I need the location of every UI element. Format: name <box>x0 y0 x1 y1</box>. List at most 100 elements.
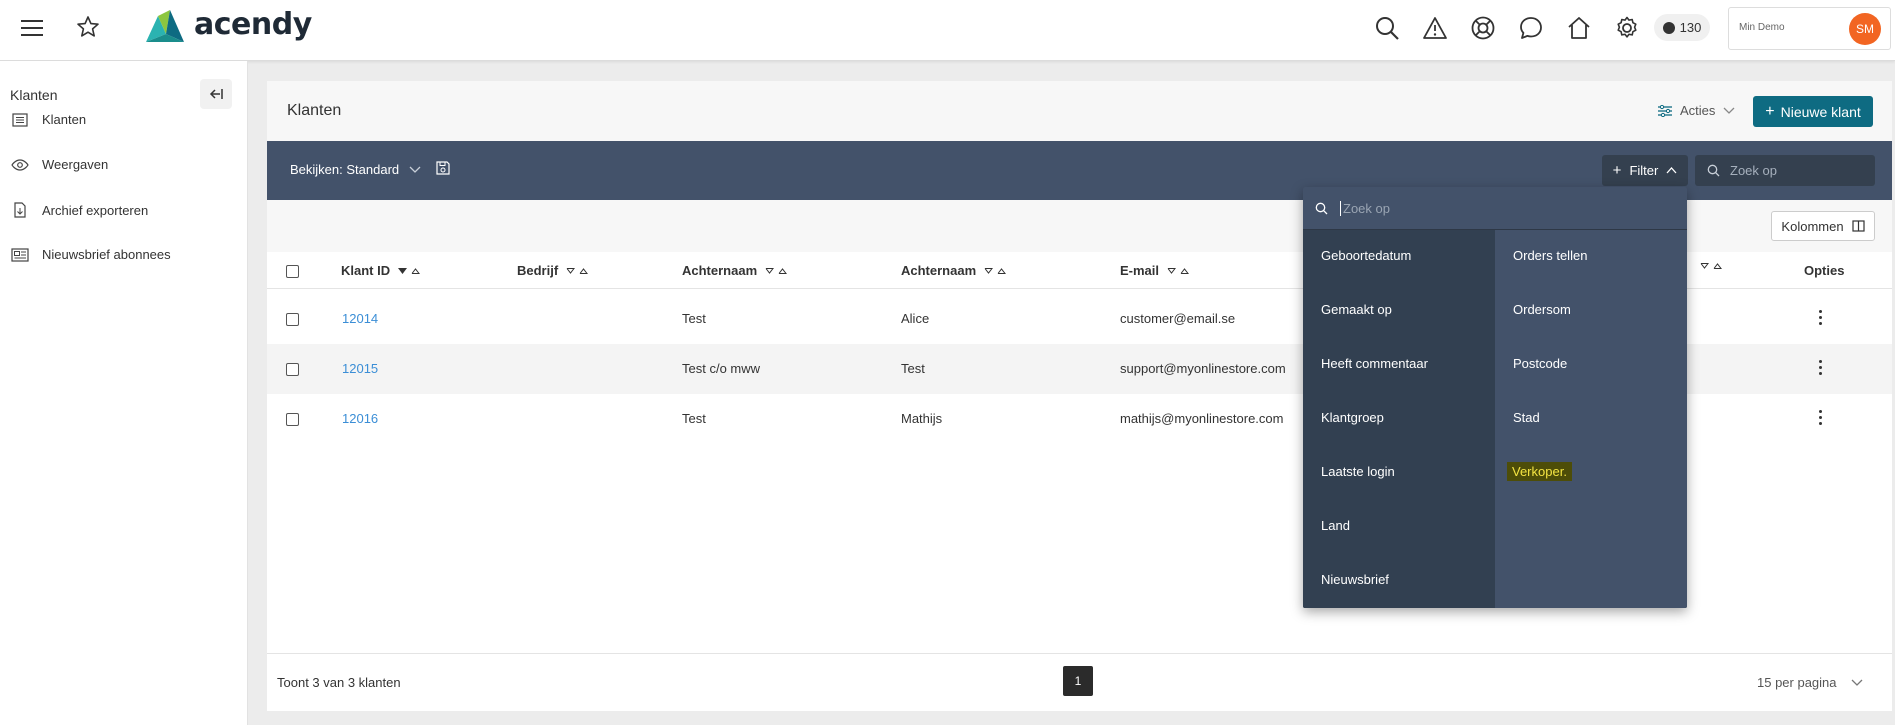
lifebuoy-icon[interactable] <box>1469 14 1497 42</box>
column-header-email[interactable]: E-mail <box>1120 263 1190 278</box>
cell-lastname-2: Alice <box>901 311 930 326</box>
notification-counter[interactable]: 130 <box>1654 14 1710 41</box>
customer-id-link[interactable]: 12014 <box>342 311 378 326</box>
filter-option[interactable]: Nieuwsbrief <box>1321 572 1389 587</box>
column-header-achternaam[interactable]: Achternaam <box>682 263 788 278</box>
chevron-down-icon <box>1851 679 1862 686</box>
plus-icon: + <box>1612 162 1622 179</box>
filter-option[interactable]: Postcode <box>1513 356 1567 371</box>
filter-dropdown: Geboortedatum Gemaakt op Heeft commentaa… <box>1303 187 1687 608</box>
sidebar-item-weergaven[interactable]: Weergaven <box>10 157 108 172</box>
chat-icon[interactable] <box>1517 14 1545 42</box>
sliders-icon <box>1658 104 1672 117</box>
actions-label: Acties <box>1680 103 1716 118</box>
star-icon[interactable] <box>75 14 101 40</box>
column-header-bedrijf[interactable]: Bedrijf <box>517 263 589 278</box>
column-label: Klant ID <box>341 263 391 278</box>
home-icon[interactable] <box>1565 14 1593 42</box>
row-options-icon[interactable] <box>1819 310 1823 328</box>
view-selector[interactable]: Bekijken: Standard <box>290 162 421 177</box>
filter-search[interactable] <box>1303 187 1687 230</box>
table-footer: Toont 3 van 3 klanten 1 15 per pagina <box>267 653 1892 711</box>
results-summary: Toont 3 van 3 klanten <box>277 675 401 690</box>
sidebar-item-nieuwsbrief-abonnees[interactable]: Nieuwsbrief abonnees <box>10 247 171 262</box>
row-checkbox[interactable] <box>286 363 299 376</box>
cell-lastname-2: Mathijs <box>901 411 943 426</box>
avatar: SM <box>1849 13 1881 45</box>
sidebar: Klanten Klanten Weergaven Archief export… <box>0 61 248 725</box>
filter-option-highlighted[interactable]: Verkoper. <box>1507 462 1572 481</box>
row-checkbox[interactable] <box>286 313 299 326</box>
column-header-achternaam-2[interactable]: Achternaam <box>901 263 1007 278</box>
sort-icons[interactable] <box>765 267 788 274</box>
hidden-column-sort[interactable] <box>1700 263 1722 269</box>
filter-option[interactable]: Klantgroep <box>1321 410 1384 425</box>
cell-email: support@myonlinestore.com <box>1120 361 1286 376</box>
save-view-icon[interactable] <box>435 160 451 179</box>
column-label: Achternaam <box>901 263 977 278</box>
sort-icons[interactable] <box>1167 267 1190 274</box>
card-header: Klanten Acties + Nieuwe klant <box>267 81 1892 141</box>
new-customer-button[interactable]: + Nieuwe klant <box>1753 96 1873 127</box>
row-options-icon[interactable] <box>1819 410 1823 428</box>
acendy-logo-icon[interactable] <box>144 8 186 46</box>
sidebar-item-archief-exporteren[interactable]: Archief exporteren <box>10 202 148 218</box>
search-icon[interactable] <box>1373 14 1401 42</box>
select-all-checkbox[interactable] <box>286 265 299 278</box>
filter-search-input[interactable] <box>1340 200 1640 216</box>
filter-option[interactable]: Laatste login <box>1321 464 1395 479</box>
search-input[interactable] <box>1730 163 1860 178</box>
hamburger-menu-icon[interactable] <box>20 16 44 40</box>
columns-icon <box>1851 220 1865 232</box>
filter-options-left: Geboortedatum Gemaakt op Heeft commentaa… <box>1303 230 1495 608</box>
cell-lastname: Test c/o mww <box>682 361 761 376</box>
column-label: Opties <box>1804 263 1845 278</box>
gear-icon[interactable] <box>1613 14 1641 42</box>
newspaper-icon <box>10 247 30 262</box>
filter-option[interactable]: Stad <box>1513 410 1540 425</box>
row-options-icon[interactable] <box>1819 360 1823 378</box>
column-header-klant-id[interactable]: Klant ID <box>341 263 421 278</box>
user-menu[interactable]: Min Demo SM <box>1728 7 1891 50</box>
sidebar-collapse-button[interactable] <box>200 79 232 109</box>
sort-icons[interactable] <box>566 267 589 274</box>
filter-options-right: Orders tellen Ordersom Postcode Stad Ver… <box>1495 230 1687 608</box>
sort-icons[interactable] <box>398 267 421 274</box>
search-icon <box>1315 202 1328 214</box>
counter-value: 130 <box>1679 20 1702 35</box>
warning-icon[interactable] <box>1421 14 1449 42</box>
top-bar: acendy 130 Min Demo SM <box>0 0 1895 61</box>
sidebar-item-klanten[interactable]: Klanten <box>10 112 86 127</box>
actions-dropdown[interactable]: Acties <box>1658 103 1735 118</box>
page-title: Klanten <box>287 102 342 119</box>
row-checkbox[interactable] <box>286 413 299 426</box>
filter-option[interactable]: Geboortedatum <box>1321 248 1411 263</box>
cell-email: mathijs@myonlinestore.com <box>1120 411 1284 426</box>
filter-button[interactable]: + Filter <box>1602 155 1688 186</box>
user-name: Min Demo <box>1739 22 1785 33</box>
columns-button[interactable]: Kolommen <box>1771 211 1875 241</box>
table-search[interactable] <box>1695 155 1875 186</box>
per-page-select[interactable]: 15 per pagina <box>1757 675 1863 690</box>
cell-lastname: Test <box>682 311 706 326</box>
sort-icons[interactable] <box>984 267 1007 274</box>
filter-option[interactable]: Ordersom <box>1513 302 1571 317</box>
sidebar-item-label: Nieuwsbrief abonnees <box>42 247 171 262</box>
new-customer-label: Nieuwe klant <box>1780 103 1861 120</box>
collapse-arrow-icon <box>209 89 223 99</box>
filter-option[interactable]: Orders tellen <box>1513 248 1587 263</box>
file-export-icon <box>10 202 30 218</box>
chevron-down-icon <box>1723 107 1735 114</box>
column-label: Achternaam <box>682 263 758 278</box>
sort-icons[interactable] <box>1700 263 1722 269</box>
customer-id-link[interactable]: 12015 <box>342 361 378 376</box>
column-label: Bedrijf <box>517 263 559 278</box>
filter-option[interactable]: Gemaakt op <box>1321 302 1392 317</box>
filter-option[interactable]: Land <box>1321 518 1350 533</box>
page-button[interactable]: 1 <box>1063 666 1093 696</box>
search-icon <box>1707 164 1720 177</box>
customer-id-link[interactable]: 12016 <box>342 411 378 426</box>
counter-icon <box>1662 21 1675 34</box>
filter-option[interactable]: Heeft commentaar <box>1321 356 1428 371</box>
cell-email: customer@email.se <box>1120 311 1236 326</box>
